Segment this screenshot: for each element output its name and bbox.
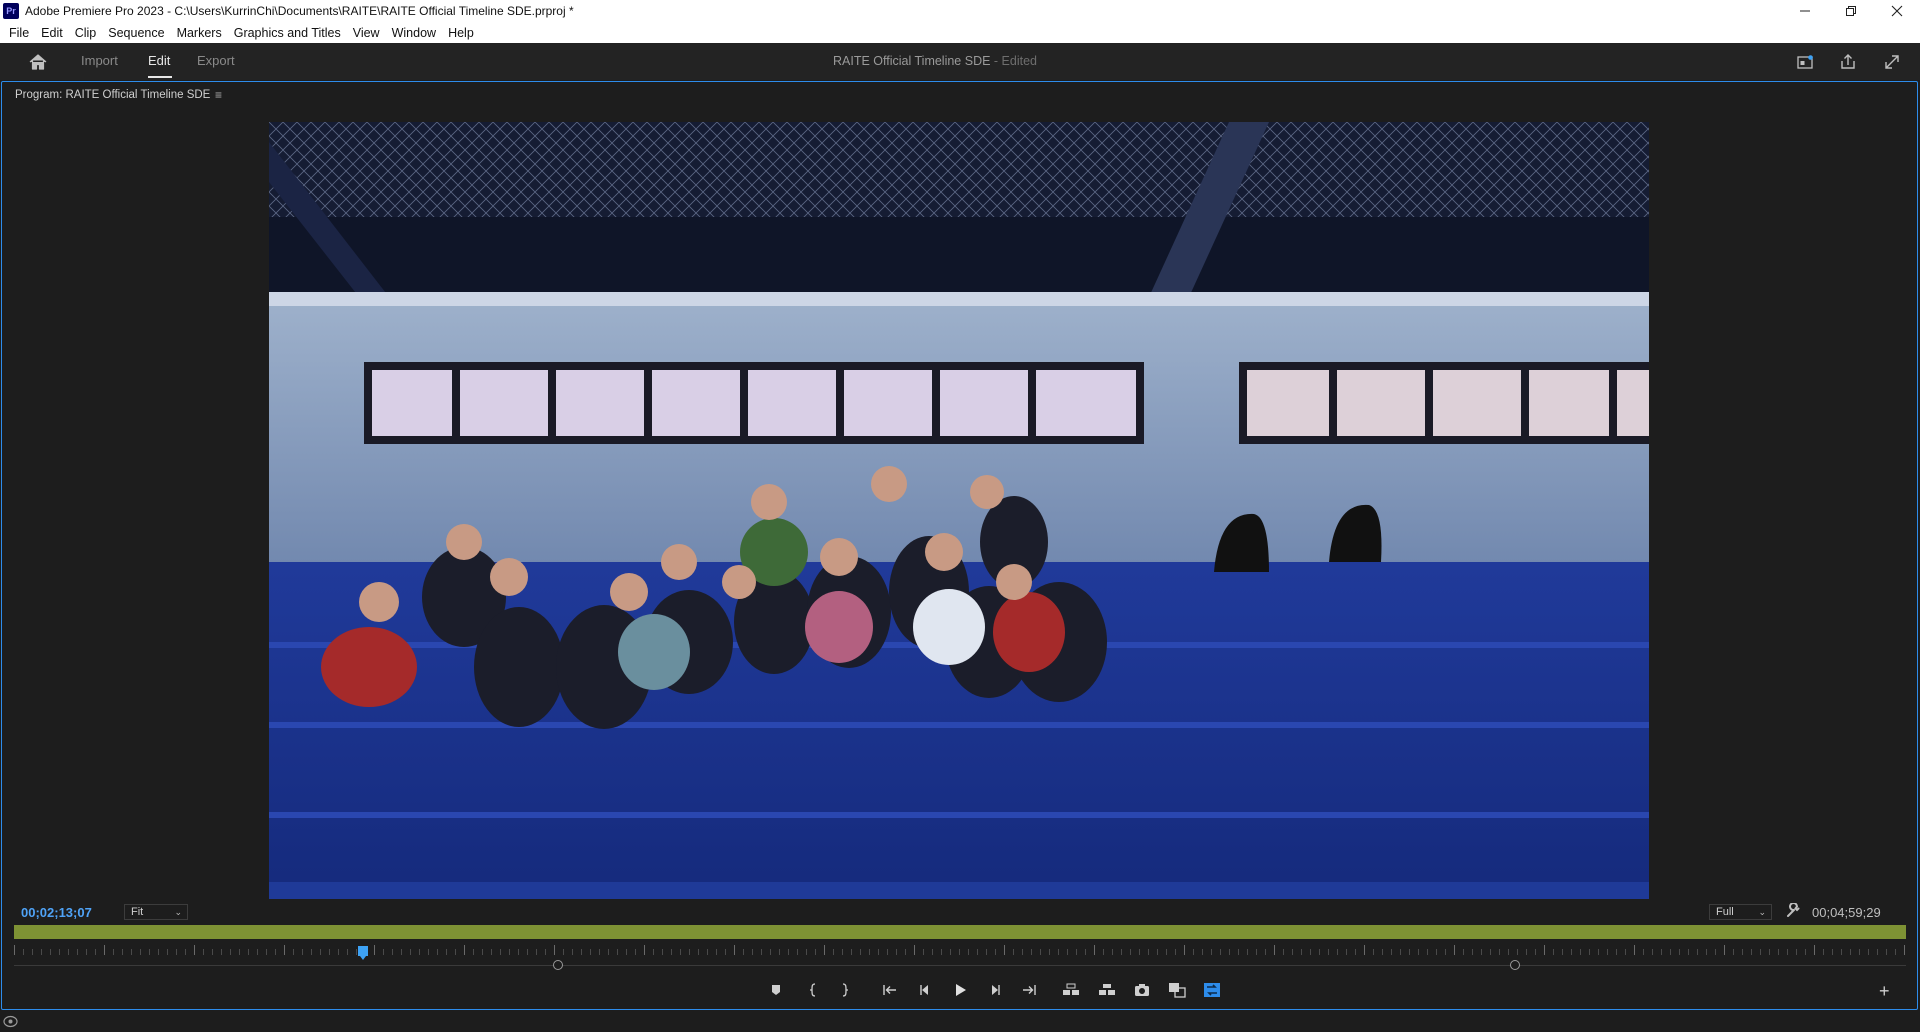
restore-icon[interactable]: [1828, 0, 1874, 22]
menu-edit[interactable]: Edit: [35, 26, 69, 40]
button-editor-add-icon[interactable]: +: [1879, 981, 1890, 1002]
zoom-handle-left[interactable]: [553, 960, 563, 970]
fullscreen-icon[interactable]: [1882, 52, 1902, 72]
playback-resolution-select[interactable]: Full ⌄: [1709, 904, 1772, 920]
playback-resolution-value: Full: [1716, 906, 1734, 918]
menu-view[interactable]: View: [347, 26, 386, 40]
zoom-level-value: Fit: [131, 906, 144, 918]
window-title: Adobe Premiere Pro 2023 - C:\Users\Kurri…: [25, 4, 574, 18]
duration-timecode: 00;04;59;29: [1812, 905, 1881, 920]
workspace-header: Import Edit Export RAITE Official Timeli…: [0, 43, 1920, 80]
menu-file[interactable]: File: [3, 26, 35, 40]
time-ruler-ticks: [14, 945, 1905, 955]
menu-help[interactable]: Help: [442, 26, 480, 40]
status-bar: [0, 1011, 1920, 1032]
mark-in-icon[interactable]: [802, 980, 824, 1000]
menu-markers[interactable]: Markers: [171, 26, 228, 40]
menu-window[interactable]: Window: [386, 26, 442, 40]
go-to-in-icon[interactable]: [879, 980, 901, 1000]
panel-menu-icon[interactable]: ≡: [215, 88, 222, 102]
edited-status: - Edited: [990, 54, 1037, 68]
sequence-title-text: RAITE Official Timeline SDE: [832, 54, 991, 68]
extract-icon[interactable]: [1096, 980, 1118, 1000]
add-marker-icon[interactable]: [765, 980, 787, 1000]
close-icon[interactable]: [1874, 0, 1920, 22]
minimize-icon[interactable]: [1782, 0, 1828, 22]
video-frame-image: [269, 122, 1649, 899]
comparison-view-icon[interactable]: [1166, 980, 1188, 1000]
step-back-icon[interactable]: [914, 980, 936, 1000]
work-area-bar[interactable]: [14, 925, 1906, 939]
workspaces-icon[interactable]: [1795, 52, 1815, 72]
wrench-icon[interactable]: [1785, 902, 1801, 919]
export-frame-icon[interactable]: [1131, 980, 1153, 1000]
lift-icon[interactable]: [1060, 980, 1082, 1000]
chevron-down-icon: ⌄: [1758, 907, 1766, 917]
zoom-level-select[interactable]: Fit ⌄: [124, 904, 188, 920]
sequence-title: RAITE Official Timeline SDE - Edited: [0, 54, 1870, 68]
menu-clip[interactable]: Clip: [69, 26, 103, 40]
premiere-logo-icon: Pr: [3, 3, 19, 19]
menu-graphics-and-titles[interactable]: Graphics and Titles: [228, 26, 347, 40]
play-icon[interactable]: [949, 980, 971, 1000]
active-tab-indicator: [148, 76, 172, 78]
proxy-toggle-icon[interactable]: [1201, 980, 1223, 1000]
time-ruler[interactable]: [14, 943, 1906, 957]
mark-out-icon[interactable]: [834, 980, 856, 1000]
status-indicator-icon[interactable]: [3, 1015, 18, 1028]
share-icon[interactable]: [1838, 52, 1858, 72]
video-frame[interactable]: [269, 122, 1649, 899]
zoom-handle-right[interactable]: [1510, 960, 1520, 970]
zoom-scroll-bar[interactable]: [14, 965, 1906, 966]
current-timecode[interactable]: 00;02;13;07: [21, 905, 92, 920]
menu-sequence[interactable]: Sequence: [102, 26, 170, 40]
playhead[interactable]: [357, 946, 368, 960]
step-forward-icon[interactable]: [984, 980, 1006, 1000]
chevron-down-icon: ⌄: [174, 907, 182, 917]
program-panel-tab[interactable]: Program: RAITE Official Timeline SDE: [15, 89, 210, 101]
title-bar: Pr Adobe Premiere Pro 2023 - C:\Users\Ku…: [0, 0, 1920, 22]
menu-bar: File Edit Clip Sequence Markers Graphics…: [0, 22, 1920, 43]
go-to-out-icon[interactable]: [1018, 980, 1040, 1000]
